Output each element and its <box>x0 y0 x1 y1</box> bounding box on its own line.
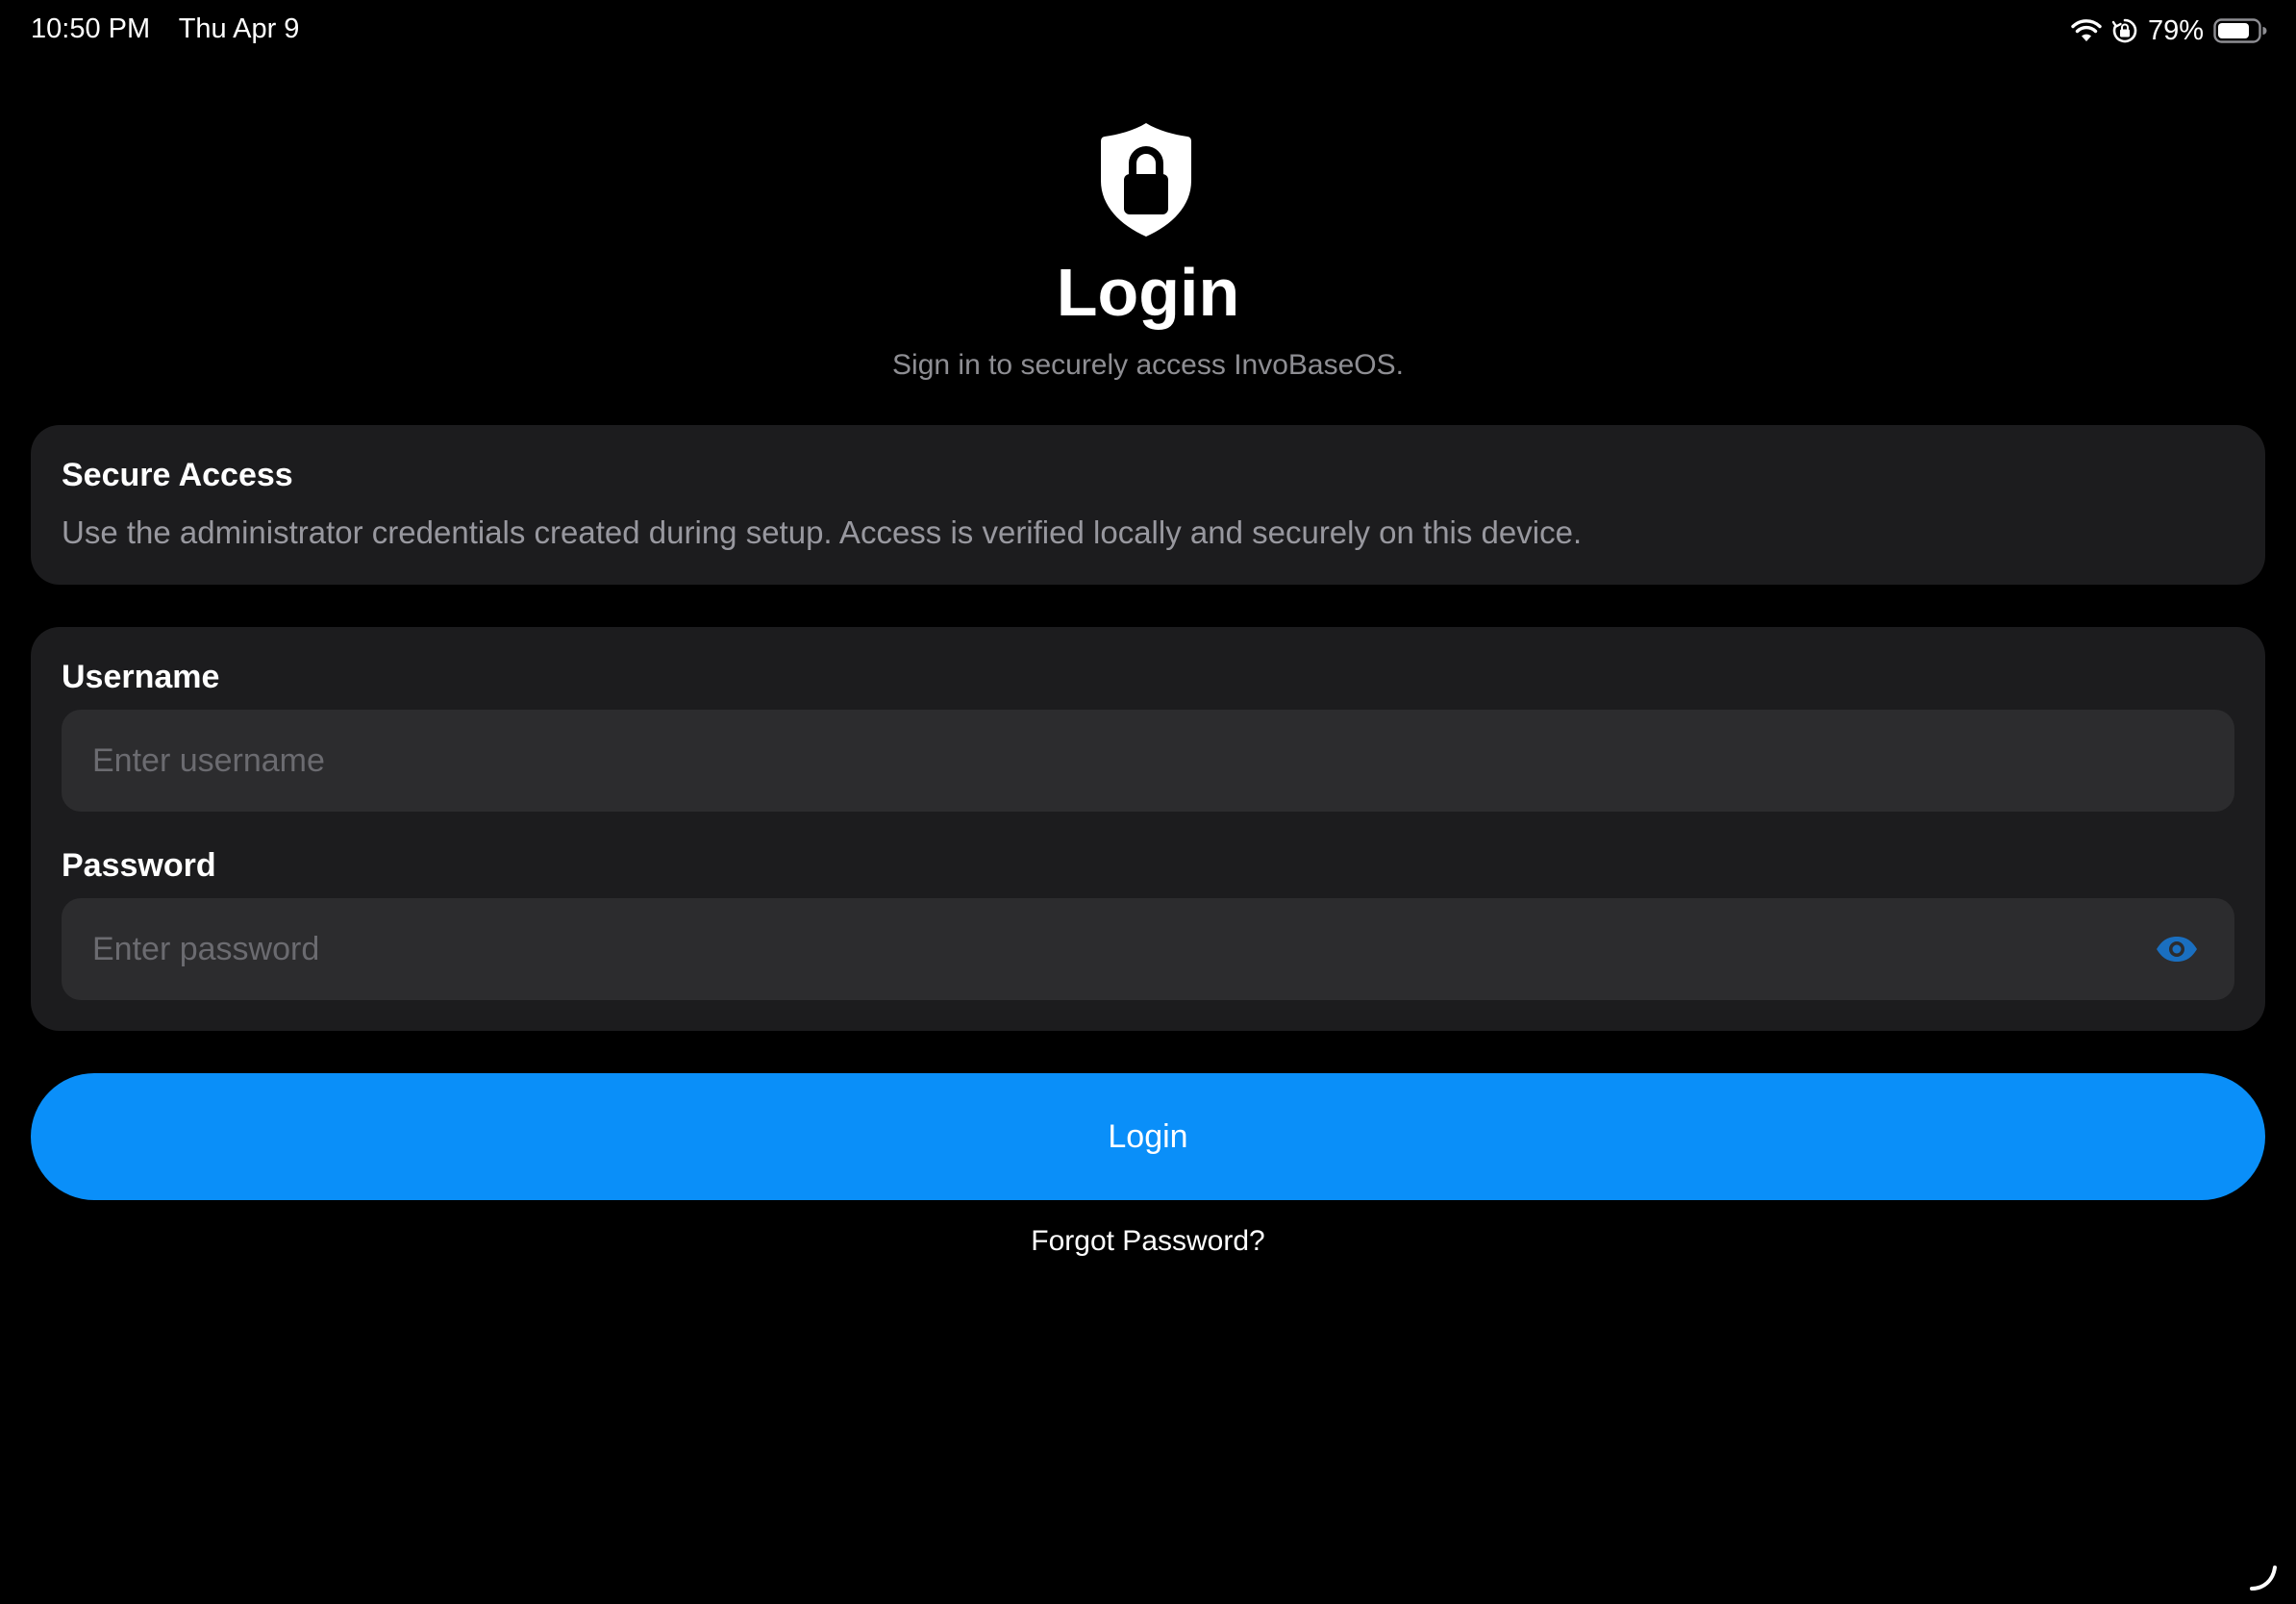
wifi-icon <box>2071 18 2102 43</box>
shield-lock-icon <box>1099 121 1193 238</box>
status-time: 10:50 PM <box>31 13 151 44</box>
status-date: Thu Apr 9 <box>178 13 300 44</box>
password-input[interactable] <box>62 898 2234 1000</box>
login-form-card: Username Password <box>31 627 2265 1031</box>
login-screen: 10:50 PM Thu Apr 9 79% Login Sign in to … <box>0 0 2296 1604</box>
page-subtitle: Sign in to securely access InvoBaseOS. <box>892 349 1404 381</box>
corner-indicator-icon <box>2244 1556 2283 1594</box>
status-bar: 10:50 PM Thu Apr 9 79% <box>0 0 2296 62</box>
orientation-lock-icon <box>2111 17 2138 44</box>
login-button[interactable]: Login <box>31 1073 2265 1200</box>
status-indicators: 79% <box>2071 13 2267 48</box>
eye-icon[interactable] <box>2154 931 2200 967</box>
battery-icon <box>2213 17 2267 44</box>
battery-percent: 79% <box>2147 14 2204 46</box>
username-label: Username <box>62 659 220 695</box>
page-title: Login <box>1056 255 1240 330</box>
secure-access-description: Use the administrator credentials create… <box>62 514 1583 550</box>
username-input[interactable] <box>62 710 2234 812</box>
password-label: Password <box>62 847 216 884</box>
forgot-password-link[interactable]: Forgot Password? <box>0 1221 2296 1262</box>
status-time-date: 10:50 PM Thu Apr 9 <box>31 13 299 45</box>
secure-access-card: Secure Access Use the administrator cred… <box>31 425 2265 585</box>
secure-access-title: Secure Access <box>62 457 293 493</box>
